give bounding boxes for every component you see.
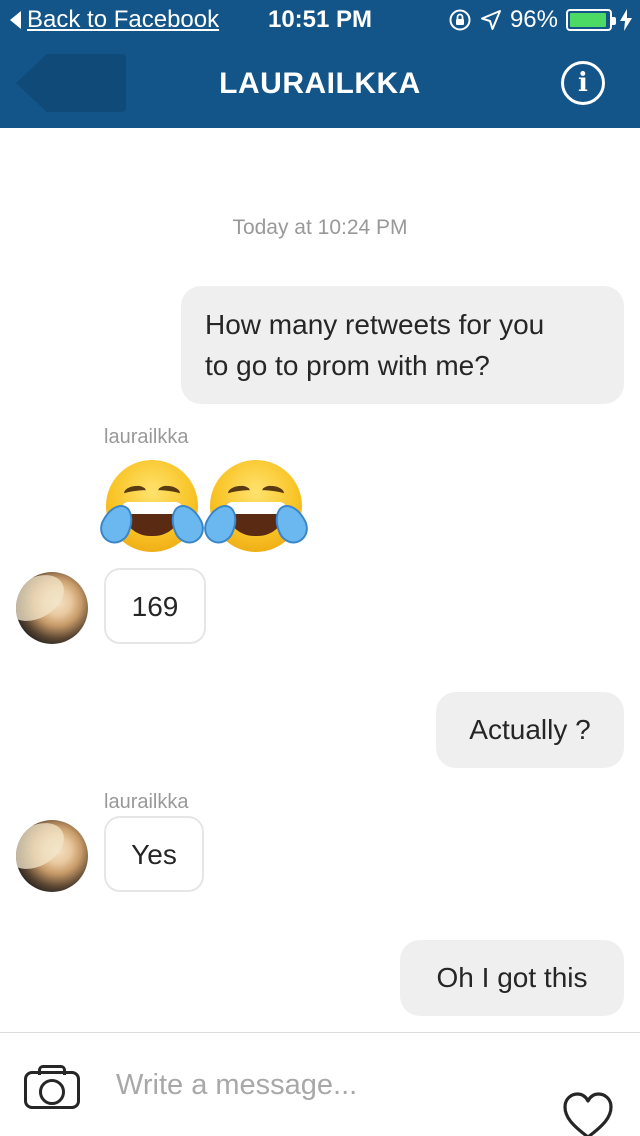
- face-with-tears-of-joy-icon: [94, 460, 210, 556]
- status-indicators: 96%: [448, 6, 632, 33]
- message-text-line: to go to prom with me?: [205, 350, 490, 381]
- nav-bar: LAURAILKKA i: [0, 40, 640, 128]
- message-bubble-outgoing[interactable]: Oh I got this: [400, 940, 624, 1016]
- header: Back to Facebook 10:51 PM 96% LAURAILKKA: [0, 0, 640, 128]
- message-text: Oh I got this: [436, 962, 588, 993]
- message-text: 169: [131, 591, 179, 622]
- sender-name: laurailkka: [104, 791, 189, 813]
- battery-percent: 96%: [509, 6, 558, 33]
- thread-timestamp: Today at 10:24 PM: [232, 216, 408, 239]
- avatar[interactable]: [16, 820, 88, 892]
- face-with-tears-of-joy-icon: [198, 460, 314, 556]
- message-bubble-incoming[interactable]: Yes: [104, 816, 204, 892]
- message-input[interactable]: [116, 1063, 536, 1107]
- location-arrow-icon: [480, 10, 501, 30]
- avatar[interactable]: [16, 572, 88, 644]
- rotation-lock-icon: [449, 9, 471, 31]
- message-bubble-outgoing[interactable]: How many retweets for you to go to prom …: [181, 286, 624, 404]
- message-text: Yes: [131, 839, 177, 870]
- info-icon[interactable]: i: [561, 61, 605, 105]
- message-text: Actually ?: [469, 714, 591, 745]
- heart-icon[interactable]: [562, 1091, 614, 1136]
- message-bubble-incoming[interactable]: 169: [104, 568, 206, 644]
- battery-icon: [566, 9, 616, 31]
- conversation-title: LAURAILKKA: [219, 67, 421, 100]
- camera-icon[interactable]: [24, 1063, 80, 1109]
- message-bubble-outgoing[interactable]: Actually ?: [436, 692, 624, 768]
- sender-name: laurailkka: [104, 426, 189, 448]
- emoji-message[interactable]: [94, 460, 314, 556]
- bolt-icon: [620, 9, 632, 31]
- message-composer: [0, 1032, 640, 1136]
- status-bar: Back to Facebook 10:51 PM 96%: [0, 0, 640, 40]
- message-text-line: How many retweets for you: [205, 309, 545, 340]
